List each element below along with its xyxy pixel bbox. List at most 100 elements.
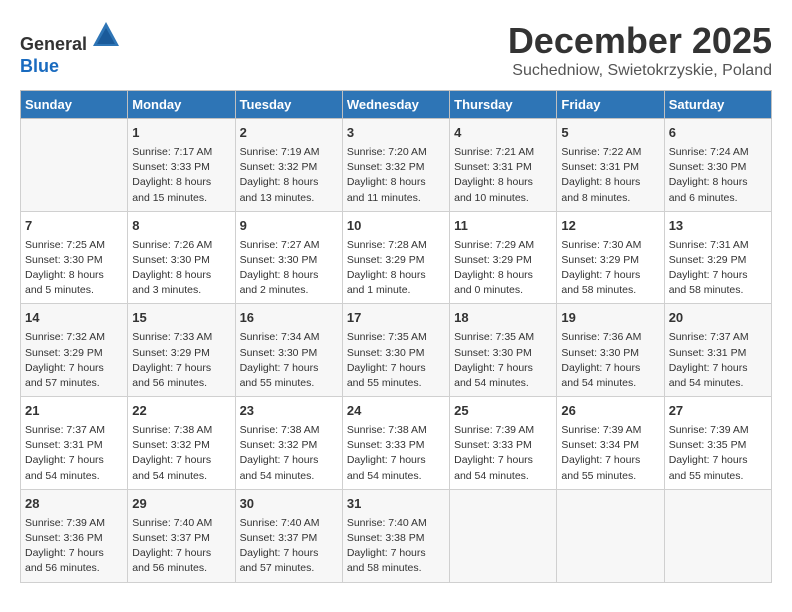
day-info: Sunrise: 7:39 AM Sunset: 3:35 PM Dayligh…: [669, 423, 767, 484]
calendar-table: SundayMondayTuesdayWednesdayThursdayFrid…: [20, 90, 772, 583]
calendar-cell: 23 Sunrise: 7:38 AM Sunset: 3:32 PM Dayli…: [235, 397, 342, 490]
calendar-cell: 31 Sunrise: 7:40 AM Sunset: 3:38 PM Dayli…: [342, 489, 449, 582]
calendar-cell: 12Sunrise: 7:30 AM Sunset: 3:29 PM Dayli…: [557, 211, 664, 304]
calendar-cell: 8 Sunrise: 7:26 AM Sunset: 3:30 PM Daylig…: [128, 211, 235, 304]
day-number: 26: [561, 402, 659, 421]
day-info: Sunrise: 7:21 AM Sunset: 3:31 PM Dayligh…: [454, 145, 552, 206]
header-wednesday: Wednesday: [342, 91, 449, 119]
day-number: 5: [561, 124, 659, 143]
day-number: 31: [347, 495, 445, 514]
day-info: Sunrise: 7:34 AM Sunset: 3:30 PM Dayligh…: [240, 330, 338, 391]
day-number: 28: [25, 495, 123, 514]
calendar-cell: 16Sunrise: 7:34 AM Sunset: 3:30 PM Dayli…: [235, 304, 342, 397]
day-info: Sunrise: 7:40 AM Sunset: 3:38 PM Dayligh…: [347, 516, 445, 577]
day-info: Sunrise: 7:39 AM Sunset: 3:33 PM Dayligh…: [454, 423, 552, 484]
calendar-cell: 19Sunrise: 7:36 AM Sunset: 3:30 PM Dayli…: [557, 304, 664, 397]
day-number: 17: [347, 309, 445, 328]
day-number: 2: [240, 124, 338, 143]
calendar-cell: 22 Sunrise: 7:38 AM Sunset: 3:32 PM Dayli…: [128, 397, 235, 490]
day-number: 14: [25, 309, 123, 328]
calendar-cell: [21, 119, 128, 212]
calendar-cell: 21 Sunrise: 7:37 AM Sunset: 3:31 PM Dayli…: [21, 397, 128, 490]
calendar-week-2: 7 Sunrise: 7:25 AM Sunset: 3:30 PM Daylig…: [21, 211, 772, 304]
logo-icon: [91, 20, 121, 50]
calendar-cell: 24 Sunrise: 7:38 AM Sunset: 3:33 PM Dayli…: [342, 397, 449, 490]
day-number: 1: [132, 124, 230, 143]
day-info: Sunrise: 7:38 AM Sunset: 3:33 PM Dayligh…: [347, 423, 445, 484]
logo-blue: Blue: [20, 56, 59, 76]
day-info: Sunrise: 7:36 AM Sunset: 3:30 PM Dayligh…: [561, 330, 659, 391]
logo-text: General Blue: [20, 20, 121, 77]
calendar-week-3: 14 Sunrise: 7:32 AM Sunset: 3:29 PM Dayli…: [21, 304, 772, 397]
calendar-week-4: 21 Sunrise: 7:37 AM Sunset: 3:31 PM Dayli…: [21, 397, 772, 490]
calendar-cell: 13Sunrise: 7:31 AM Sunset: 3:29 PM Dayli…: [664, 211, 771, 304]
day-number: 20: [669, 309, 767, 328]
day-number: 8: [132, 217, 230, 236]
calendar-cell: 1 Sunrise: 7:17 AM Sunset: 3:33 PM Daylig…: [128, 119, 235, 212]
day-info: Sunrise: 7:35 AM Sunset: 3:30 PM Dayligh…: [347, 330, 445, 391]
day-info: Sunrise: 7:28 AM Sunset: 3:29 PM Dayligh…: [347, 238, 445, 299]
calendar-cell: 14 Sunrise: 7:32 AM Sunset: 3:29 PM Dayli…: [21, 304, 128, 397]
day-number: 12: [561, 217, 659, 236]
day-info: Sunrise: 7:40 AM Sunset: 3:37 PM Dayligh…: [240, 516, 338, 577]
day-number: 10: [347, 217, 445, 236]
calendar-cell: 5Sunrise: 7:22 AM Sunset: 3:31 PM Daylig…: [557, 119, 664, 212]
calendar-cell: 18Sunrise: 7:35 AM Sunset: 3:30 PM Dayli…: [450, 304, 557, 397]
day-info: Sunrise: 7:39 AM Sunset: 3:36 PM Dayligh…: [25, 516, 123, 577]
day-info: Sunrise: 7:32 AM Sunset: 3:29 PM Dayligh…: [25, 330, 123, 391]
day-info: Sunrise: 7:19 AM Sunset: 3:32 PM Dayligh…: [240, 145, 338, 206]
calendar-cell: [664, 489, 771, 582]
day-info: Sunrise: 7:39 AM Sunset: 3:34 PM Dayligh…: [561, 423, 659, 484]
calendar-week-1: 1 Sunrise: 7:17 AM Sunset: 3:33 PM Daylig…: [21, 119, 772, 212]
day-info: Sunrise: 7:38 AM Sunset: 3:32 PM Dayligh…: [132, 423, 230, 484]
day-info: Sunrise: 7:29 AM Sunset: 3:29 PM Dayligh…: [454, 238, 552, 299]
calendar-cell: 26 Sunrise: 7:39 AM Sunset: 3:34 PM Dayli…: [557, 397, 664, 490]
calendar-cell: 3Sunrise: 7:20 AM Sunset: 3:32 PM Daylig…: [342, 119, 449, 212]
calendar-cell: 30Sunrise: 7:40 AM Sunset: 3:37 PM Dayli…: [235, 489, 342, 582]
calendar-cell: [450, 489, 557, 582]
calendar-cell: 9 Sunrise: 7:27 AM Sunset: 3:30 PM Daylig…: [235, 211, 342, 304]
day-info: Sunrise: 7:37 AM Sunset: 3:31 PM Dayligh…: [669, 330, 767, 391]
calendar-cell: 7 Sunrise: 7:25 AM Sunset: 3:30 PM Daylig…: [21, 211, 128, 304]
header-sunday: Sunday: [21, 91, 128, 119]
page-header: General Blue December 2025 Suchedniow, S…: [20, 20, 772, 80]
day-info: Sunrise: 7:17 AM Sunset: 3:33 PM Dayligh…: [132, 145, 230, 206]
day-number: 6: [669, 124, 767, 143]
day-info: Sunrise: 7:40 AM Sunset: 3:37 PM Dayligh…: [132, 516, 230, 577]
header-thursday: Thursday: [450, 91, 557, 119]
header-friday: Friday: [557, 91, 664, 119]
logo: General Blue: [20, 20, 121, 77]
day-number: 15: [132, 309, 230, 328]
title-block: December 2025 Suchedniow, Swietokrzyskie…: [508, 20, 772, 80]
calendar-cell: 11Sunrise: 7:29 AM Sunset: 3:29 PM Dayli…: [450, 211, 557, 304]
day-info: Sunrise: 7:27 AM Sunset: 3:30 PM Dayligh…: [240, 238, 338, 299]
day-info: Sunrise: 7:25 AM Sunset: 3:30 PM Dayligh…: [25, 238, 123, 299]
calendar-cell: 6 Sunrise: 7:24 AM Sunset: 3:30 PM Daylig…: [664, 119, 771, 212]
calendar-header-row: SundayMondayTuesdayWednesdayThursdayFrid…: [21, 91, 772, 119]
day-number: 7: [25, 217, 123, 236]
day-number: 21: [25, 402, 123, 421]
calendar-week-5: 28 Sunrise: 7:39 AM Sunset: 3:36 PM Dayli…: [21, 489, 772, 582]
day-info: Sunrise: 7:24 AM Sunset: 3:30 PM Dayligh…: [669, 145, 767, 206]
logo-general: General: [20, 34, 87, 54]
calendar-cell: 28 Sunrise: 7:39 AM Sunset: 3:36 PM Dayli…: [21, 489, 128, 582]
day-info: Sunrise: 7:26 AM Sunset: 3:30 PM Dayligh…: [132, 238, 230, 299]
day-number: 4: [454, 124, 552, 143]
day-number: 24: [347, 402, 445, 421]
day-number: 22: [132, 402, 230, 421]
calendar-cell: 20 Sunrise: 7:37 AM Sunset: 3:31 PM Dayli…: [664, 304, 771, 397]
day-number: 27: [669, 402, 767, 421]
title-month: December 2025: [508, 20, 772, 62]
day-info: Sunrise: 7:37 AM Sunset: 3:31 PM Dayligh…: [25, 423, 123, 484]
calendar-cell: 29Sunrise: 7:40 AM Sunset: 3:37 PM Dayli…: [128, 489, 235, 582]
day-info: Sunrise: 7:38 AM Sunset: 3:32 PM Dayligh…: [240, 423, 338, 484]
calendar-cell: 4 Sunrise: 7:21 AM Sunset: 3:31 PM Daylig…: [450, 119, 557, 212]
calendar-cell: 27 Sunrise: 7:39 AM Sunset: 3:35 PM Dayli…: [664, 397, 771, 490]
day-info: Sunrise: 7:20 AM Sunset: 3:32 PM Dayligh…: [347, 145, 445, 206]
header-monday: Monday: [128, 91, 235, 119]
day-number: 23: [240, 402, 338, 421]
calendar-cell: 25Sunrise: 7:39 AM Sunset: 3:33 PM Dayli…: [450, 397, 557, 490]
day-info: Sunrise: 7:33 AM Sunset: 3:29 PM Dayligh…: [132, 330, 230, 391]
calendar-cell: 15 Sunrise: 7:33 AM Sunset: 3:29 PM Dayli…: [128, 304, 235, 397]
day-number: 9: [240, 217, 338, 236]
